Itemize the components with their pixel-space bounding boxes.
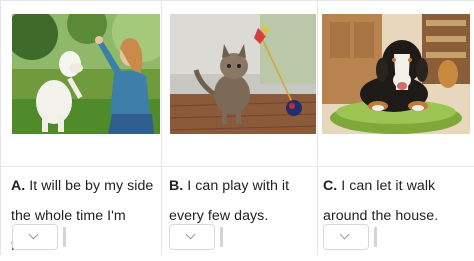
option-c-dropdown[interactable] — [323, 224, 369, 250]
dog-on-cushion-photo — [322, 14, 470, 134]
option-c-caption: C. I can let it walk around the house. — [323, 171, 470, 231]
options-grid: A. It will be by my side the whole time … — [0, 0, 474, 255]
woman-with-white-dog-photo — [12, 14, 160, 134]
option-b-letter: B. — [169, 178, 184, 194]
option-a-dropdown[interactable] — [12, 224, 58, 250]
option-b-dropdown-handle — [220, 227, 223, 247]
option-a-dropdown-handle — [63, 227, 66, 247]
option-c-image-area — [318, 1, 474, 167]
option-b-image-area — [162, 1, 317, 167]
option-b-caption: B. I can play with it every few days. — [169, 171, 313, 231]
option-a-image-area — [1, 1, 161, 167]
option-a-text-line1: It will be by my side — [25, 178, 154, 194]
option-a-letter: A. — [11, 178, 26, 194]
option-b-cell: B. I can play with it every few days. — [162, 1, 318, 255]
option-a-cell: A. It will be by my side the whole time … — [1, 1, 162, 255]
option-c-text-line2: around the house. — [323, 208, 439, 224]
option-c-cell: C. I can let it walk around the house. — [318, 1, 474, 255]
option-c-dropdown-handle — [374, 227, 377, 247]
chevron-down-icon — [28, 229, 39, 240]
option-b-dropdown[interactable] — [169, 224, 215, 250]
option-c-letter: C. — [323, 178, 338, 194]
chevron-down-icon — [339, 229, 350, 240]
option-b-text-line2: every few days. — [169, 208, 269, 224]
kitten-with-toy-photo — [170, 14, 316, 134]
chevron-down-icon — [185, 229, 196, 240]
option-c-text-line1: I can let it walk — [337, 178, 436, 194]
option-b-text-line1: I can play with it — [183, 178, 290, 194]
